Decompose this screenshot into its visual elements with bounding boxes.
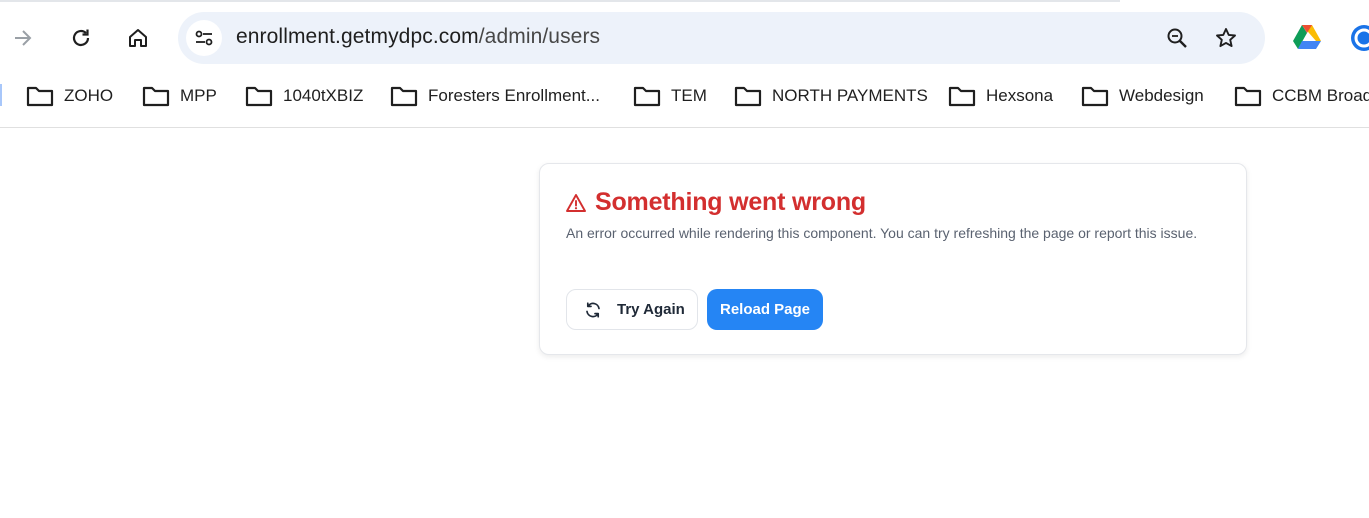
bookmark-folder-mpp[interactable]: MPP	[142, 76, 217, 116]
bookmark-label: NORTH PAYMENTS	[772, 86, 928, 105]
bookmark-label: MPP	[180, 86, 217, 105]
url-host: enrollment.getmydpc.com	[236, 25, 479, 48]
bookmark-folder-north-payments[interactable]: NORTH PAYMENTS	[734, 76, 928, 116]
refresh-icon	[586, 301, 600, 318]
bookmarks-bar-edge	[0, 84, 2, 106]
folder-icon	[245, 86, 273, 107]
google-drive-icon	[1293, 25, 1321, 49]
tab-strip-edge	[0, 0, 1120, 2]
bookmarks-bar: ZOHO MPP 1040tXBIZ Foresters Enrollment.…	[0, 76, 1369, 128]
folder-icon	[142, 86, 170, 107]
reload-icon	[72, 29, 90, 47]
error-card: Something went wrong An error occurred w…	[539, 163, 1247, 355]
bookmark-label: Foresters Enrollment...	[428, 86, 600, 105]
address-bar[interactable]: enrollment.getmydpc.com/admin/users	[178, 12, 1265, 64]
bookmark-label: 1040tXBIZ	[283, 86, 364, 105]
bookmark-folder-zoho[interactable]: ZOHO	[26, 76, 113, 116]
error-title: Something went wrong	[595, 188, 866, 216]
browser-toolbar: enrollment.getmydpc.com/admin/users	[0, 0, 1369, 76]
site-info-button[interactable]	[186, 20, 222, 56]
bookmark-label: ZOHO	[64, 86, 114, 105]
extension-icon	[1351, 25, 1369, 51]
folder-icon	[26, 86, 54, 107]
extension-button[interactable]	[1348, 22, 1369, 54]
folder-icon	[390, 86, 418, 107]
home-button[interactable]	[120, 20, 156, 56]
bookmark-folder-tem[interactable]: TEM	[633, 76, 707, 116]
forward-arrow-icon	[15, 30, 32, 46]
bookmark-label: TEM	[671, 86, 707, 105]
folder-icon	[948, 86, 976, 107]
site-info-icon	[195, 30, 213, 46]
google-drive-extension[interactable]	[1293, 24, 1321, 52]
try-again-button[interactable]: Try Again	[566, 289, 698, 330]
reload-page-label: Reload Page	[719, 301, 811, 318]
bookmark-folder-webdesign[interactable]: Webdesign	[1081, 76, 1204, 116]
bookmark-label: CCBM Broad	[1272, 86, 1369, 105]
error-title-row: Something went wrong	[566, 188, 866, 217]
reload-page-button[interactable]: Reload Page	[707, 289, 823, 330]
bookmark-folder-ccbm[interactable]: CCBM Broad	[1234, 76, 1369, 116]
zoom-button[interactable]	[1161, 22, 1193, 54]
zoom-icon	[1167, 28, 1187, 48]
error-description: An error occurred while rendering this c…	[566, 225, 1198, 241]
folder-icon	[1234, 86, 1262, 107]
bookmark-star-button[interactable]	[1210, 22, 1242, 54]
bookmark-folder-hexsona[interactable]: Hexsona	[948, 76, 1053, 116]
url-text[interactable]: enrollment.getmydpc.com/admin/users	[236, 25, 600, 49]
bookmark-label: Webdesign	[1119, 86, 1204, 105]
warning-icon	[566, 193, 586, 212]
try-again-label: Try Again	[617, 301, 685, 318]
bookmark-folder-1040txbiz[interactable]: 1040tXBIZ	[245, 76, 363, 116]
home-icon	[129, 29, 147, 47]
reload-button[interactable]	[63, 20, 99, 56]
folder-icon	[1081, 86, 1109, 107]
url-path: /admin/users	[478, 25, 601, 48]
bookmark-label: Hexsona	[986, 86, 1054, 105]
forward-button[interactable]	[5, 20, 41, 56]
star-icon	[1216, 28, 1236, 48]
folder-icon	[633, 86, 661, 107]
folder-icon	[734, 86, 762, 107]
bookmark-folder-foresters[interactable]: Foresters Enrollment...	[390, 76, 600, 116]
